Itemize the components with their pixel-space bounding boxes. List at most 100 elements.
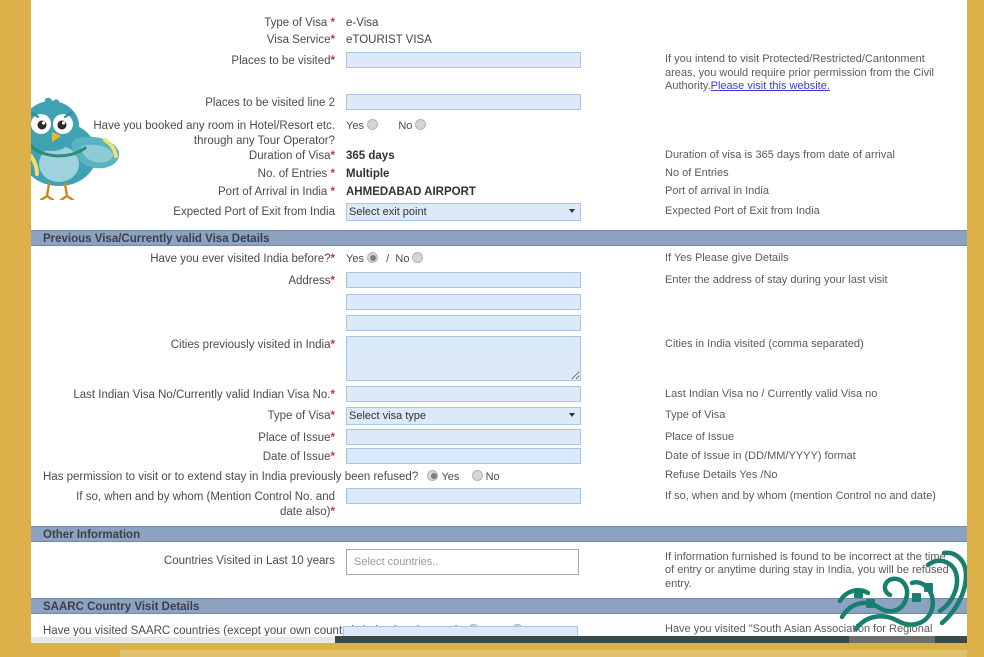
scrollbar-thumb[interactable]: [31, 636, 335, 643]
help-refused-details: If so, when and by whom (mention Control…: [665, 489, 936, 502]
label-visa-service: Visa Service*: [266, 34, 335, 46]
row-prev-type-of-visa: Type of Visa* Select visa type Type of V…: [31, 406, 967, 429]
address-line1-input[interactable]: [346, 271, 581, 288]
row-refused-details: If so, when and by whom (Mention Control…: [31, 487, 967, 520]
required-asterisk: *: [330, 505, 335, 518]
required-asterisk: *: [330, 55, 335, 67]
label-line-1: If so, when and by whom (Mention Control…: [76, 490, 335, 503]
section-header-other-information: Other Information: [31, 525, 967, 542]
required-asterisk: *: [330, 34, 335, 46]
value-type-of-visa: e-Visa: [346, 17, 379, 29]
help-duration-of-visa: Duration of visa is 365 days from date o…: [665, 148, 895, 161]
value-visa-service: eTOURIST VISA: [346, 34, 432, 46]
visa-form-page: Type of Visa * e-Visa Visa Service* eTOU…: [31, 0, 967, 643]
label-prev-type-of-visa: Type of Visa*: [267, 409, 335, 422]
required-asterisk: *: [330, 185, 335, 198]
label-refused-details: If so, when and by whom (Mention Control…: [31, 488, 343, 520]
address-line3-input[interactable]: [346, 314, 581, 331]
label-places-to-be-visited: Places to be visited*: [231, 55, 335, 67]
row-place-of-issue: Place of Issue* Place of Issue: [31, 428, 967, 448]
hotel-booked-no-radio[interactable]: [415, 118, 427, 130]
row-date-of-issue: Date of Issue* Date of Issue in (DD/MM/Y…: [31, 447, 967, 469]
label-place-of-issue: Place of Issue*: [258, 431, 335, 444]
label-type-of-visa: Type of Visa *: [264, 17, 335, 29]
required-asterisk: *: [330, 409, 335, 422]
help-date-of-issue: Date of Issue in (DD/MM/YYYY) format: [665, 449, 856, 462]
port-of-exit-select[interactable]: Select exit point: [346, 202, 581, 221]
required-asterisk: *: [330, 149, 335, 162]
prev-type-of-visa-select[interactable]: Select visa type: [346, 406, 581, 425]
label-line-2: date also)*: [280, 505, 335, 518]
label-line-1: Have you booked any room in Hotel/Resort…: [93, 119, 335, 132]
row-type-of-visa: Type of Visa * e-Visa: [31, 16, 967, 33]
row-visited-india-before: Have you ever visited India before?* Yes…: [31, 251, 967, 272]
label-permission-refused: Has permission to visit or to extend sta…: [43, 470, 419, 483]
protected-areas-link[interactable]: Please visit this website.: [711, 80, 830, 92]
value-port-of-arrival: AHMEDABAD AIRPORT: [346, 185, 476, 198]
label-hotel-booked: Have you booked any room in Hotel/Resort…: [31, 118, 343, 149]
countries-visited-multiselect[interactable]: Select countries..: [346, 548, 579, 575]
required-asterisk: *: [330, 431, 335, 444]
hotel-yes-label: Yes: [346, 119, 364, 132]
frame-bottom-inner-line: [120, 650, 984, 657]
section-header-previous-visa: Previous Visa/Currently valid Visa Detai…: [31, 229, 967, 246]
permission-refused-yes-label: Yes: [441, 470, 460, 483]
help-cities-previously-visited: Cities in India visited (comma separated…: [665, 337, 864, 350]
places-to-be-visited-line2-input[interactable]: [346, 93, 581, 110]
row-visa-service: Visa Service* eTOURIST VISA: [31, 33, 967, 52]
help-countries-visited: If information furnished is found to be …: [665, 550, 949, 590]
required-asterisk: *: [330, 274, 335, 287]
required-asterisk: *: [330, 338, 335, 351]
cities-previously-visited-textarea[interactable]: [346, 335, 581, 381]
scrollbar-track-segment[interactable]: [849, 636, 935, 643]
help-visited-india-before: If Yes Please give Details: [665, 251, 789, 264]
horizontal-scrollbar[interactable]: [31, 636, 967, 643]
label-port-of-arrival: Port of Arrival in India *: [218, 185, 335, 198]
frame-left-border: [0, 0, 31, 657]
required-asterisk: *: [330, 17, 335, 29]
row-last-indian-visa-no: Last Indian Visa No/Currently valid Indi…: [31, 385, 967, 407]
frame-bottom-border: [0, 643, 984, 657]
places-to-be-visited-input[interactable]: [346, 52, 581, 68]
label-address: Address*: [288, 274, 335, 287]
help-port-of-exit: Expected Port of Exit from India: [665, 204, 820, 217]
label-date-of-issue: Date of Issue*: [262, 450, 335, 463]
row-countries-visited: Countries Visited in Last 10 years Selec…: [31, 548, 967, 592]
required-asterisk: *: [330, 388, 335, 401]
date-of-issue-input[interactable]: [346, 447, 581, 464]
label-port-of-exit: Expected Port of Exit from India: [173, 205, 335, 218]
permission-refused-yes-radio[interactable]: [427, 469, 439, 481]
help-port-of-arrival: Port of arrival in India: [665, 184, 769, 197]
help-place-of-issue: Place of Issue: [665, 430, 735, 443]
help-places-to-be-visited: If you intend to visit Protected/Restric…: [646, 52, 967, 94]
value-no-of-entries: Multiple: [346, 167, 390, 180]
visited-yes-label: Yes: [346, 252, 364, 265]
row-places-to-be-visited-line2: Places to be visited line 2: [31, 93, 967, 118]
permission-refused-no-radio[interactable]: [471, 469, 483, 481]
help-no-of-entries: No of Entries: [665, 166, 729, 179]
help-prev-type-of-visa: Type of Visa: [665, 408, 726, 421]
place-of-issue-input[interactable]: [346, 428, 581, 445]
row-no-of-entries: No. of Entries * Multiple No of Entries: [31, 167, 967, 185]
label-duration-of-visa: Duration of Visa*: [248, 149, 335, 162]
hotel-no-label: No: [398, 119, 413, 132]
visited-no-label: No: [395, 252, 410, 265]
row-hotel-booked: Have you booked any room in Hotel/Resort…: [31, 118, 967, 149]
frame-right-border: [967, 0, 984, 657]
visited-india-yes-radio[interactable]: [366, 251, 378, 263]
address-line2-input[interactable]: [346, 293, 581, 310]
row-address-line2: [31, 293, 967, 315]
hotel-booked-yes-radio[interactable]: [366, 118, 378, 130]
permission-refused-no-label: No: [485, 470, 500, 483]
last-indian-visa-no-input[interactable]: [346, 385, 581, 402]
section-header-saarc: SAARC Country Visit Details: [31, 598, 967, 614]
row-duration-of-visa: Duration of Visa* 365 days Duration of v…: [31, 149, 967, 167]
visited-india-no-radio[interactable]: [412, 251, 424, 263]
required-asterisk: *: [330, 252, 335, 265]
refused-details-input[interactable]: [346, 487, 581, 504]
label-line-2: through any Tour Operator?: [193, 134, 335, 147]
required-asterisk: *: [330, 450, 335, 463]
row-cities-previously-visited: Cities previously visited in India* Citi…: [31, 335, 967, 386]
required-asterisk: *: [330, 167, 335, 180]
help-last-indian-visa-no: Last Indian Visa no / Currently valid Vi…: [665, 387, 878, 400]
